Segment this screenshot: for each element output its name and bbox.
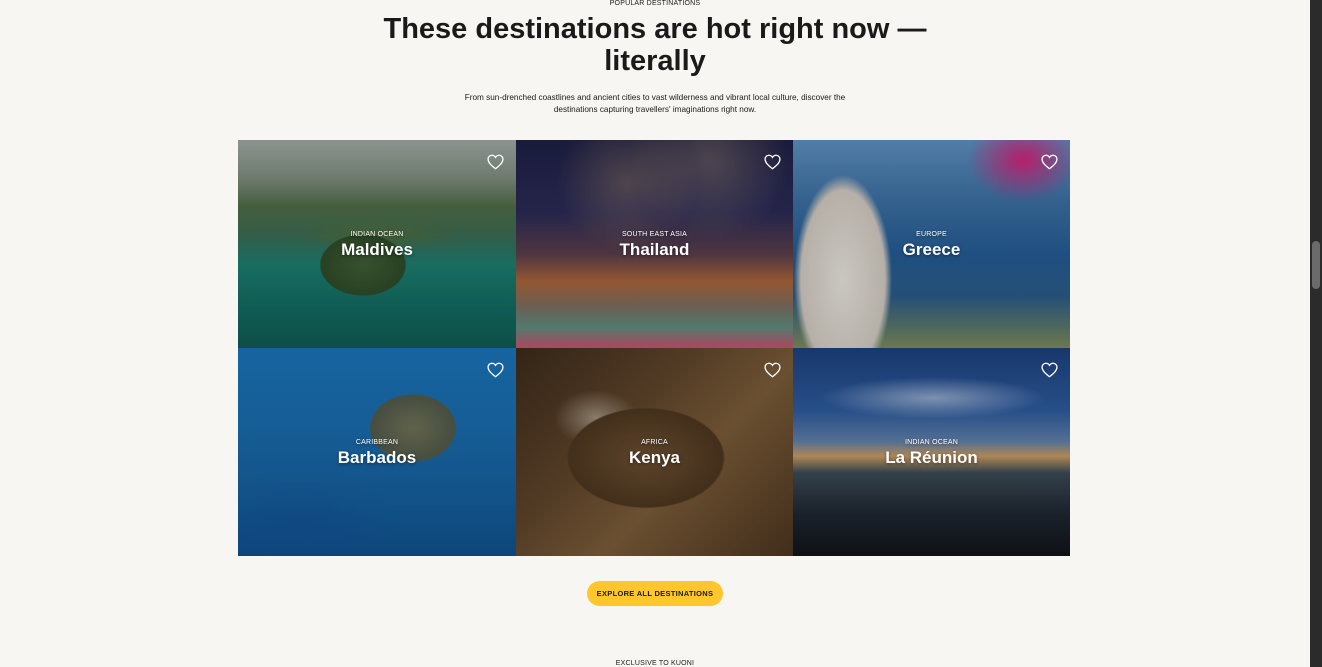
destination-name: Greece (902, 240, 961, 259)
destination-card-kenya[interactable]: AFRICA Kenya (516, 348, 793, 556)
destination-region: CARIBBEAN (355, 439, 399, 446)
destination-region: SOUTH EAST ASIA (621, 231, 688, 238)
destination-grid: INDIAN OCEAN Maldives SOUTH EAST ASIA Th… (238, 140, 1070, 556)
scrollbar-thumb[interactable] (1312, 241, 1320, 289)
destination-card-greece[interactable]: EUROPE Greece (793, 140, 1070, 348)
destination-name: Thailand (619, 240, 690, 259)
next-section-eyebrow: EXCLUSIVE TO KUONI (615, 660, 695, 667)
popular-destinations-section: POPULAR DESTINATIONS These destinations … (0, 0, 1310, 667)
destination-name: Barbados (337, 448, 417, 467)
heart-outline-icon[interactable] (1041, 362, 1058, 378)
heart-outline-icon[interactable] (764, 362, 781, 378)
destination-card-maldives[interactable]: INDIAN OCEAN Maldives (238, 140, 516, 348)
destination-region: INDIAN OCEAN (350, 231, 404, 238)
destination-card-la-reunion[interactable]: INDIAN OCEAN La Réunion (793, 348, 1070, 556)
destination-card-thailand[interactable]: SOUTH EAST ASIA Thailand (516, 140, 793, 348)
section-eyebrow: POPULAR DESTINATIONS (609, 0, 701, 7)
destination-region: INDIAN OCEAN (905, 439, 958, 446)
heart-outline-icon[interactable] (1041, 154, 1058, 170)
destination-name: La Réunion (885, 448, 978, 467)
destination-card-barbados[interactable]: CARIBBEAN Barbados (238, 348, 516, 556)
explore-all-destinations-button[interactable]: EXPLORE ALL DESTINATIONS (587, 581, 723, 606)
heart-outline-icon[interactable] (487, 362, 504, 378)
destination-region: EUROPE (916, 231, 947, 238)
destination-region: AFRICA (641, 439, 668, 446)
destination-name: Kenya (628, 448, 681, 467)
section-description: From sun-drenched coastlines and ancient… (464, 93, 846, 114)
section-title: These destinations are hot right now — l… (383, 13, 927, 77)
heart-outline-icon[interactable] (487, 154, 504, 170)
heart-outline-icon[interactable] (764, 154, 781, 170)
destination-name: Maldives (341, 240, 413, 259)
page-scrollbar[interactable] (1310, 0, 1322, 667)
